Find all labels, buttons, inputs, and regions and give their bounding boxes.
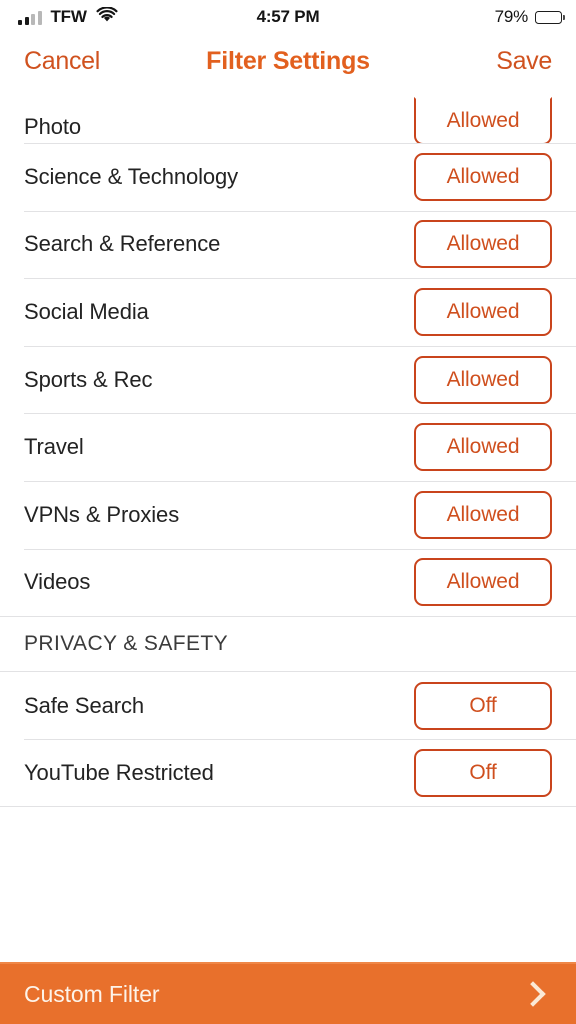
- navigation-bar: Cancel Filter Settings Save: [0, 34, 576, 89]
- row-label: Search & Reference: [24, 231, 221, 257]
- status-toggle-button[interactable]: Off: [414, 681, 552, 730]
- status-toggle-button[interactable]: Allowed: [414, 97, 552, 145]
- status-toggle-button[interactable]: Allowed: [414, 220, 552, 269]
- row-label: VPNs & Proxies: [24, 501, 180, 527]
- table-row[interactable]: Social Media Allowed: [0, 278, 576, 346]
- table-row[interactable]: YouTube Restricted Off: [0, 739, 576, 807]
- row-label: Science & Technology: [24, 163, 239, 189]
- row-label: Photo: [24, 114, 81, 139]
- carrier-label: TFW: [50, 7, 87, 26]
- table-row[interactable]: Safe Search Off: [0, 672, 576, 740]
- status-toggle-button[interactable]: Allowed: [414, 152, 552, 201]
- custom-filter-label: Custom Filter: [24, 980, 160, 1007]
- chevron-right-icon: [520, 981, 546, 1007]
- status-toggle-button[interactable]: Allowed: [414, 423, 552, 472]
- status-toggle-button[interactable]: Allowed: [414, 287, 552, 336]
- list-bottom-divider: [0, 806, 576, 808]
- table-row[interactable]: Search & Reference Allowed: [0, 210, 576, 279]
- row-label: Travel: [24, 434, 84, 460]
- table-row[interactable]: Travel Allowed: [0, 413, 576, 481]
- status-toggle-button[interactable]: Allowed: [414, 355, 552, 404]
- status-toggle-button[interactable]: Off: [414, 748, 552, 797]
- row-label: Safe Search: [24, 692, 144, 718]
- row-label: Sports & Rec: [24, 366, 153, 392]
- signal-bars-icon: [18, 10, 42, 25]
- status-bar-right: 79%: [494, 7, 565, 27]
- status-bar: TFW 4:57 PM 79%: [0, 0, 576, 34]
- battery-icon: [535, 10, 565, 24]
- custom-filter-bar[interactable]: Custom Filter: [0, 962, 576, 1024]
- table-row[interactable]: Videos Allowed: [0, 548, 576, 617]
- save-button[interactable]: Save: [496, 47, 552, 76]
- section-header: PRIVACY & SAFETY: [0, 617, 576, 672]
- section-header-label: PRIVACY & SAFETY: [24, 632, 229, 656]
- row-label: Social Media: [24, 298, 149, 324]
- table-row[interactable]: Photo Allowed: [0, 89, 576, 145]
- table-row[interactable]: VPNs & Proxies Allowed: [0, 480, 576, 549]
- row-label: Videos: [24, 569, 91, 595]
- cancel-button[interactable]: Cancel: [24, 47, 100, 76]
- settings-scroll-view[interactable]: Photo Allowed Science & Technology Allow…: [0, 89, 576, 962]
- row-label: YouTube Restricted: [24, 759, 214, 785]
- status-toggle-button[interactable]: Allowed: [414, 490, 552, 539]
- status-bar-left: TFW: [18, 5, 118, 28]
- battery-percent-label: 79%: [494, 7, 529, 26]
- status-toggle-button[interactable]: Allowed: [414, 558, 552, 607]
- table-row[interactable]: Sports & Rec Allowed: [0, 345, 576, 414]
- wifi-icon: [96, 5, 118, 28]
- table-row[interactable]: Science & Technology Allowed: [0, 143, 576, 211]
